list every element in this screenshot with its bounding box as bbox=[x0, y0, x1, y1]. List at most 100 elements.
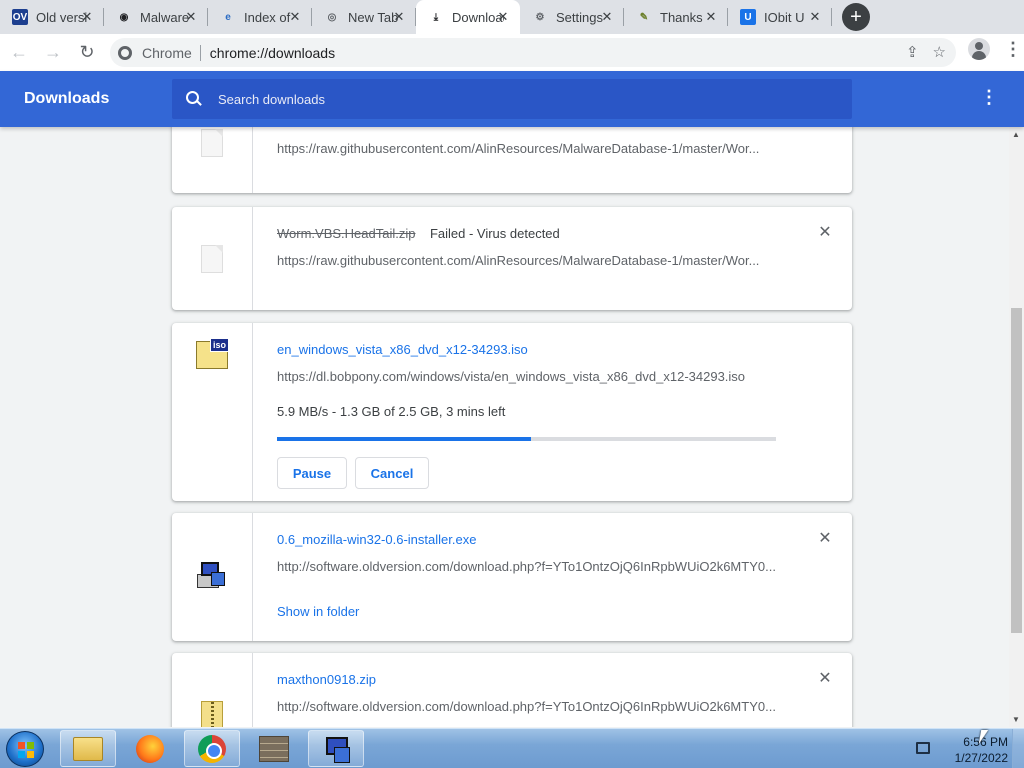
download-icon: ⤓ bbox=[433, 11, 439, 23]
download-progress-text: 5.9 MB/s - 1.3 GB of 2.5 GB, 3 mins left bbox=[277, 404, 506, 419]
pen-icon: ✎ bbox=[639, 11, 649, 23]
tab-strip: OV Old versi ✕ ◉ Malware ✕ e Index of ✕ ◎ New Tab ✕… bbox=[0, 0, 1024, 34]
close-tab-icon[interactable]: ✕ bbox=[288, 9, 302, 24]
start-button[interactable] bbox=[6, 731, 44, 767]
folder-icon bbox=[73, 736, 103, 761]
download-status: Failed - Virus detected bbox=[429, 226, 560, 241]
tab-pen[interactable]: ✎ Thanks ✕ bbox=[624, 0, 728, 34]
downloads-header: Downloads ⋮ bbox=[0, 71, 1024, 127]
chrome-icon bbox=[198, 734, 226, 763]
download-icon-column bbox=[172, 207, 253, 310]
download-progress-bar bbox=[277, 437, 776, 441]
clock-date: 1/27/2022 bbox=[954, 751, 1008, 765]
firefox-icon bbox=[136, 734, 164, 763]
scroll-down-arrow-icon[interactable]: ▼ bbox=[1012, 715, 1020, 724]
browser-toolbar: ← → ↻ Chrome chrome://downloads ⇪ ☆ ⋮ bbox=[0, 34, 1024, 71]
ie-page-icon: e bbox=[225, 11, 231, 23]
download-url[interactable]: https://dl.bobpony.com/windows/vista/en_… bbox=[277, 369, 832, 384]
search-icon[interactable] bbox=[186, 91, 202, 107]
windows-taskbar: 6:56 PM 1/27/2022 bbox=[0, 728, 1024, 768]
cancel-button[interactable]: Cancel bbox=[355, 457, 429, 489]
show-in-folder-link[interactable]: Show in folder bbox=[277, 604, 832, 619]
downloads-list: https://raw.githubusercontent.com/AlinRe… bbox=[0, 127, 1009, 727]
download-item: 0.6_mozilla-win32-0.6-installer.exe http… bbox=[172, 513, 852, 641]
search-input[interactable] bbox=[218, 91, 818, 107]
screen: OV Old versi ✕ ◉ Malware ✕ e Index of ✕ ◎ New Tab ✕… bbox=[0, 0, 1024, 768]
installer-icon bbox=[322, 735, 350, 763]
remove-download-icon[interactable]: ✕ bbox=[818, 531, 832, 547]
remove-download-icon[interactable]: ✕ bbox=[818, 225, 832, 241]
chrome-menu-icon[interactable]: ⋮ bbox=[1004, 39, 1022, 60]
remove-download-icon[interactable]: ✕ bbox=[818, 671, 832, 687]
chrome-icon: ◎ bbox=[327, 11, 337, 23]
download-icon-column bbox=[172, 653, 253, 727]
download-item: https://raw.githubusercontent.com/AlinRe… bbox=[172, 127, 852, 193]
taskbar-installer-button[interactable] bbox=[308, 730, 364, 767]
download-filename[interactable]: 0.6_mozilla-win32-0.6-installer.exe bbox=[277, 532, 476, 547]
tab-ie-page[interactable]: e Index of ✕ bbox=[208, 0, 312, 34]
oldversion-icon: OV bbox=[12, 9, 28, 25]
address-bar[interactable]: Chrome chrome://downloads ⇪ ☆ bbox=[110, 38, 956, 67]
show-desktop-button[interactable] bbox=[1012, 729, 1024, 768]
site-chip[interactable]: Chrome bbox=[110, 45, 192, 61]
firewall-icon bbox=[259, 735, 289, 762]
back-button[interactable]: ← bbox=[4, 38, 34, 68]
gear-icon: ⚙ bbox=[535, 11, 545, 23]
github-icon: ◉ bbox=[119, 11, 129, 23]
action-center-icon[interactable] bbox=[916, 742, 930, 754]
search-bar[interactable] bbox=[172, 79, 852, 119]
toolbar-right: ⋮ bbox=[968, 38, 1022, 60]
download-url[interactable]: http://software.oldversion.com/download.… bbox=[277, 559, 832, 574]
taskbar-chrome-button[interactable] bbox=[184, 730, 240, 767]
scrollbar-thumb[interactable] bbox=[1011, 308, 1022, 633]
clock-time: 6:56 PM bbox=[963, 735, 1008, 749]
taskbar-firewall-button[interactable] bbox=[246, 730, 302, 767]
forward-button[interactable]: → bbox=[38, 38, 68, 68]
installer-file-icon bbox=[197, 560, 227, 590]
share-icon[interactable]: ⇪ bbox=[906, 43, 919, 61]
page-scrollbar[interactable]: ▲ ▼ bbox=[1009, 127, 1024, 727]
download-url[interactable]: http://software.oldversion.com/download.… bbox=[277, 699, 832, 714]
new-tab-button[interactable]: + bbox=[842, 3, 870, 31]
tab-oldversion[interactable]: OV Old versi ✕ bbox=[0, 0, 104, 34]
site-label: Chrome bbox=[142, 44, 192, 61]
download-icon-column: iso bbox=[172, 323, 253, 501]
zip-file-icon bbox=[201, 701, 223, 727]
close-tab-icon[interactable]: ✕ bbox=[600, 9, 614, 24]
download-url[interactable]: https://raw.githubusercontent.com/AlinRe… bbox=[277, 253, 832, 268]
close-tab-icon[interactable]: ✕ bbox=[392, 9, 406, 24]
download-icon-column bbox=[172, 513, 253, 641]
generic-file-icon bbox=[201, 245, 223, 273]
close-tab-icon[interactable]: ✕ bbox=[80, 9, 94, 24]
url-text[interactable]: chrome://downloads bbox=[210, 45, 335, 61]
star-icon[interactable]: ☆ bbox=[933, 43, 946, 61]
download-item-in-progress: iso en_windows_vista_x86_dvd_x12-34293.i… bbox=[172, 323, 852, 501]
generic-file-icon bbox=[201, 129, 223, 157]
system-clock[interactable]: 6:56 PM 1/27/2022 bbox=[938, 734, 1008, 766]
taskbar-firefox-button[interactable] bbox=[122, 730, 178, 767]
tab-chrome[interactable]: ◎ New Tab ✕ bbox=[312, 0, 416, 34]
download-item: maxthon0918.zip http://software.oldversi… bbox=[172, 653, 852, 727]
more-actions-icon[interactable]: ⋮ bbox=[980, 87, 998, 108]
close-tab-icon[interactable]: ✕ bbox=[808, 9, 822, 24]
download-filename[interactable]: maxthon0918.zip bbox=[277, 672, 376, 687]
tab-iobit[interactable]: U IObit U ✕ bbox=[728, 0, 832, 34]
taskbar-explorer-button[interactable] bbox=[60, 730, 116, 767]
address-actions: ⇪ ☆ bbox=[906, 43, 946, 61]
close-tab-icon[interactable]: ✕ bbox=[704, 9, 718, 24]
reload-button[interactable]: ↻ bbox=[72, 38, 102, 68]
iso-file-icon: iso bbox=[196, 338, 229, 369]
scroll-up-arrow-icon[interactable]: ▲ bbox=[1012, 130, 1020, 139]
close-tab-icon[interactable]: ✕ bbox=[184, 9, 198, 24]
tab-github[interactable]: ◉ Malware ✕ bbox=[104, 0, 208, 34]
pause-button[interactable]: Pause bbox=[277, 457, 347, 489]
download-url[interactable]: https://raw.githubusercontent.com/AlinRe… bbox=[277, 141, 832, 156]
address-separator bbox=[199, 44, 201, 61]
tab-download[interactable]: ⤓Downloads✕ bbox=[416, 0, 520, 34]
profile-avatar[interactable] bbox=[968, 38, 990, 60]
tab-gear[interactable]: ⚙ Settings ✕ bbox=[520, 0, 624, 34]
close-tab-icon[interactable]: ✕ bbox=[496, 9, 510, 24]
download-icon-column bbox=[172, 127, 253, 193]
download-filename[interactable]: en_windows_vista_x86_dvd_x12-34293.iso bbox=[277, 342, 528, 357]
download-progress-fill bbox=[277, 437, 532, 441]
